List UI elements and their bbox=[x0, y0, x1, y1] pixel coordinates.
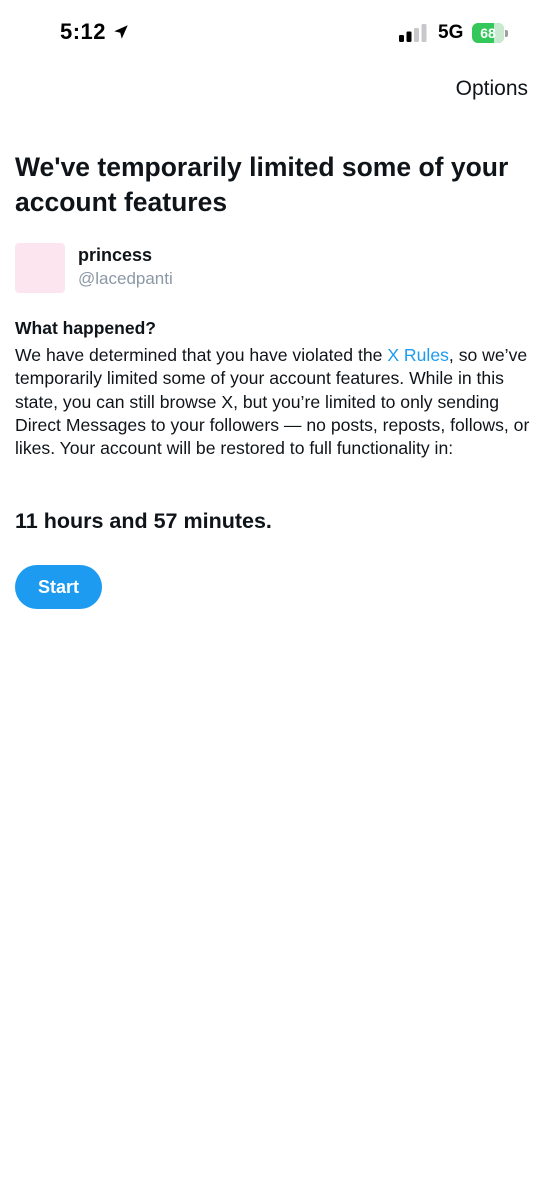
account-card: princess @lacedpanti bbox=[15, 243, 173, 293]
status-bar: 5:12 5G 68 bbox=[0, 0, 555, 66]
options-button[interactable]: Options bbox=[456, 77, 528, 101]
restriction-countdown: 11 hours and 57 minutes. bbox=[15, 509, 272, 533]
display-name: princess bbox=[78, 245, 153, 265]
start-button[interactable]: Start bbox=[15, 565, 102, 609]
account-handle: @lacedpanti bbox=[78, 269, 173, 288]
avatar bbox=[15, 243, 65, 293]
status-time: 5:12 bbox=[60, 19, 130, 45]
cellular-signal-icon bbox=[399, 24, 427, 42]
account-text: princess @lacedpanti bbox=[78, 243, 173, 290]
battery-level: 68 bbox=[472, 23, 504, 43]
page-title: We've temporarily limited some of your a… bbox=[15, 152, 509, 217]
explanation-text-start: We have determined that you have violate… bbox=[15, 345, 388, 365]
battery-icon: 68 bbox=[472, 22, 508, 44]
time-label: 5:12 bbox=[60, 19, 107, 44]
section-heading: What happened? bbox=[15, 318, 156, 338]
x-rules-link[interactable]: X Rules bbox=[387, 345, 449, 365]
explanation-text: We have determined that you have violate… bbox=[15, 344, 543, 460]
location-arrow-icon bbox=[114, 25, 128, 39]
battery-tip bbox=[505, 29, 508, 37]
battery-percent: 68 bbox=[480, 25, 496, 41]
network-type: 5G bbox=[438, 22, 464, 43]
